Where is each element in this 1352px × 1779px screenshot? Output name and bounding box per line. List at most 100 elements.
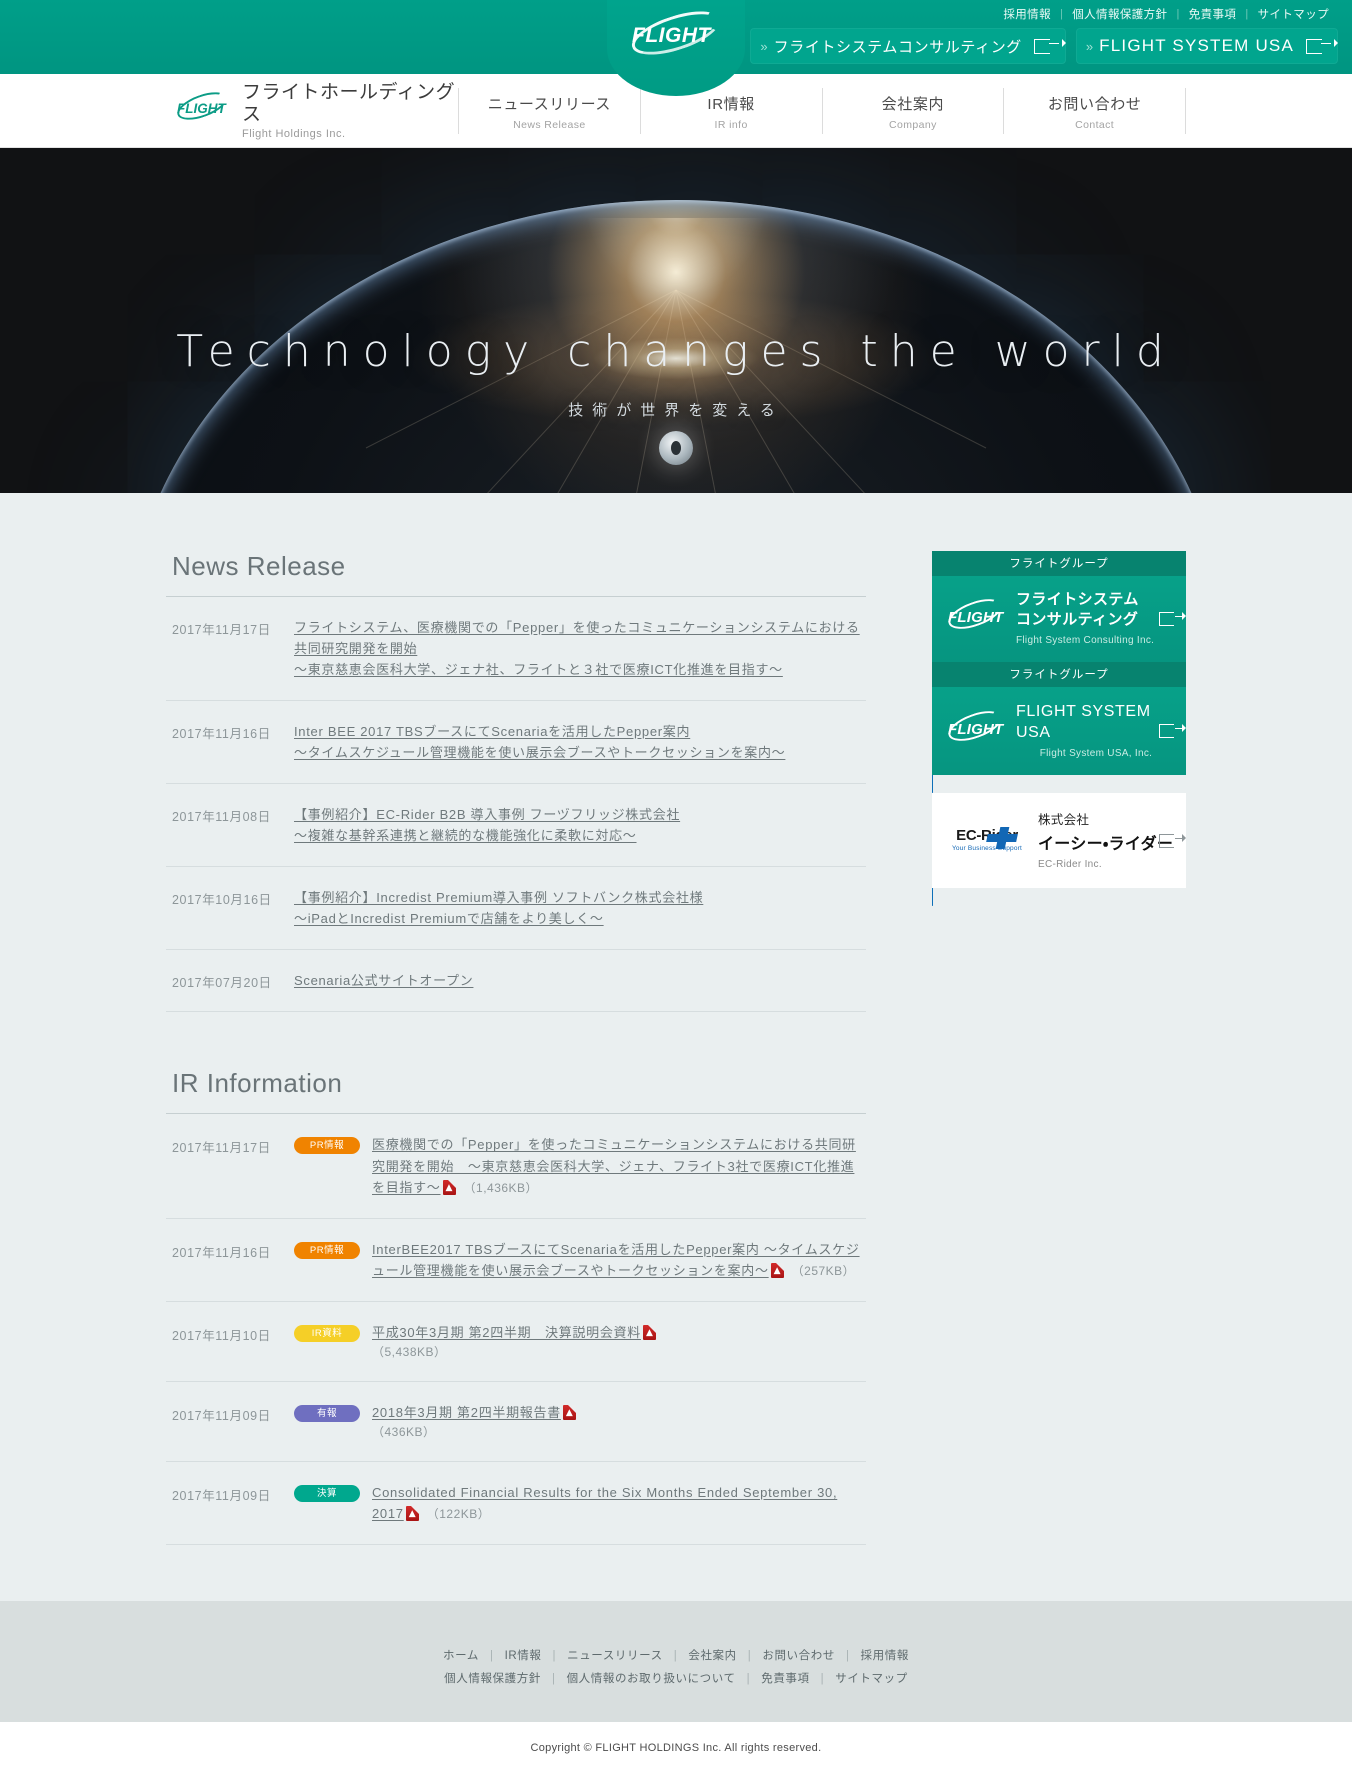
news-item[interactable]: 2017年07月20日 Scenaria公式サイトオープン xyxy=(166,950,866,1013)
site-logo-badge[interactable]: FLIGHT xyxy=(607,0,745,96)
group-button-usa[interactable]: » FLIGHT SYSTEM USA xyxy=(1075,28,1338,64)
pdf-icon[interactable]: ▲ xyxy=(642,1324,656,1340)
ir-item-filesize: （5,438KB） xyxy=(372,1344,447,1359)
hero-text-block: Technology changes the world 技術が世界を変える xyxy=(0,326,1352,420)
ir-item[interactable]: 2017年11月09日 有報 2018年3月期 第2四半期報告書 ▲ （436KB） xyxy=(166,1382,866,1462)
hero-subline: 技術が世界を変える xyxy=(568,402,784,419)
ir-item-badge: PR情報 xyxy=(294,1137,360,1155)
hero-headline: Technology changes the world xyxy=(176,326,1176,377)
news-item[interactable]: 2017年11月08日 【事例紹介】EC-Rider B2B 導入事例 フーヅフ… xyxy=(166,784,866,868)
footer-link-privacy-policy[interactable]: 個人情報保護方針 xyxy=(433,1673,552,1685)
banner-title-en: Flight System USA, Inc. xyxy=(1039,748,1153,760)
brand-home-link[interactable]: FLIGHT フライトホールディングス Flight Holdings Inc. xyxy=(166,82,458,140)
footer-link-personal-info-handling[interactable]: 個人情報のお取り扱いについて xyxy=(556,1673,747,1685)
flight-logo-text: FLIGHT xyxy=(632,24,711,47)
banner-flight-system-consulting[interactable]: フライトグループ FLIGHT フライトシステム コンサルティング Flight… xyxy=(932,551,1186,662)
sidebar: フライトグループ FLIGHT フライトシステム コンサルティング Flight… xyxy=(932,551,1186,907)
util-link-privacy[interactable]: 個人情報保護方針 xyxy=(1063,6,1176,22)
pdf-icon[interactable]: ▲ xyxy=(562,1404,576,1420)
news-item[interactable]: 2017年11月16日 Inter BEE 2017 TBSブースにてScena… xyxy=(166,701,866,785)
ec-rider-company-en: EC-Rider Inc. xyxy=(1038,859,1102,871)
brand-name-en: Flight Holdings Inc. xyxy=(242,127,346,140)
news-item-title[interactable]: 【事例紹介】EC-Rider B2B 導入事例 フーヅフリッジ株式会社 ～複雑な… xyxy=(294,804,862,846)
news-release-list: 2017年11月17日 フライトシステム、医療機関での「Pepper」を使ったコ… xyxy=(166,597,866,1013)
external-link-icon xyxy=(1159,833,1186,848)
footer-link-home[interactable]: ホーム xyxy=(432,1650,490,1662)
main-content: News Release 2017年11月17日 フライトシステム、医療機関での… xyxy=(0,493,1352,1601)
news-item-title[interactable]: Inter BEE 2017 TBSブースにてScenariaを活用したPepp… xyxy=(294,721,862,763)
nav-label-en: Company xyxy=(889,119,937,131)
ir-item-filesize: （257KB） xyxy=(791,1263,856,1278)
ec-rider-company-prefix: 株式会社 xyxy=(1038,813,1090,828)
ir-item-date: 2017年11月16日 xyxy=(172,1245,271,1260)
group-site-buttons: » フライトシステムコンサルティング » FLIGHT SYSTEM USA xyxy=(750,28,1338,64)
nav-item-company[interactable]: 会社案内 Company xyxy=(821,88,1004,134)
ir-item[interactable]: 2017年11月10日 IR資料 平成30年3月期 第2四半期 決算説明会資料 ▲… xyxy=(166,1302,866,1382)
chevron-right-icon: » xyxy=(1085,38,1093,54)
brand-mark-text: FLIGHT xyxy=(177,101,226,116)
nav-label-en: Contact xyxy=(1075,119,1115,131)
ir-information-heading: IR Information xyxy=(166,1068,866,1115)
ir-item[interactable]: 2017年11月17日 PR情報 医療機関での「Pepper」を使ったコミュニケ… xyxy=(166,1114,866,1219)
news-item-title[interactable]: フライトシステム、医療機関での「Pepper」を使ったコミュニケーションシステム… xyxy=(294,617,862,680)
footer-link-sitemap[interactable]: サイトマップ xyxy=(824,1673,919,1685)
brand-name-ja: フライトホールディングス xyxy=(242,82,456,125)
chevron-right-icon: » xyxy=(760,38,767,54)
nav-label-ja: ニュースリリース xyxy=(487,96,612,113)
news-item-date: 2017年10月16日 xyxy=(172,893,272,908)
ir-item-filesize: （122KB） xyxy=(426,1506,491,1521)
ir-item-title[interactable]: 2018年3月期 第2四半期報告書 xyxy=(372,1405,561,1420)
ir-information-list: 2017年11月17日 PR情報 医療機関での「Pepper」を使ったコミュニケ… xyxy=(166,1114,866,1545)
pdf-icon[interactable]: ▲ xyxy=(442,1179,456,1195)
news-item-date: 2017年11月08日 xyxy=(172,810,271,825)
nav-item-news-release[interactable]: ニュースリリース News Release xyxy=(458,88,640,134)
news-item-title[interactable]: 【事例紹介】Incredist Premium導入事例 ソフトバンク株式会社様 … xyxy=(294,887,862,929)
nav-item-contact[interactable]: お問い合わせ Contact xyxy=(1003,88,1186,134)
nav-label-en: News Release xyxy=(513,119,586,131)
footer-link-ir[interactable]: IR情報 xyxy=(494,1650,553,1662)
external-link-icon xyxy=(1159,724,1186,739)
flight-logo-icon: FLIGHT xyxy=(624,2,728,64)
ir-item-date: 2017年11月17日 xyxy=(172,1141,271,1156)
news-item-title[interactable]: Scenaria公式サイトオープン xyxy=(294,970,862,991)
hero-banner: Technology changes the world 技術が世界を変える xyxy=(0,148,1352,493)
news-item-date: 2017年07月20日 xyxy=(172,976,272,991)
footer-link-recruit[interactable]: 採用情報 xyxy=(850,1650,920,1662)
footer-link-news[interactable]: ニュースリリース xyxy=(556,1650,674,1662)
banner-ec-rider[interactable]: EC-Rider Your Business Support 株式会社 イーシー… xyxy=(932,774,1186,907)
flight-logo-icon: FLIGHT xyxy=(944,593,1006,638)
banner-title-en: Flight System Consulting Inc. xyxy=(1016,634,1155,646)
external-link-icon xyxy=(1159,611,1186,626)
news-item[interactable]: 2017年10月16日 【事例紹介】Incredist Premium導入事例 … xyxy=(166,867,866,951)
ir-item[interactable]: 2017年11月16日 PR情報 InterBEE2017 TBSブースにてSc… xyxy=(166,1219,866,1302)
flight-logo-icon: FLIGHT xyxy=(944,705,1006,750)
news-item[interactable]: 2017年11月17日 フライトシステム、医療機関での「Pepper」を使ったコ… xyxy=(166,597,866,702)
ec-rider-mark-tagline: Your Business Support xyxy=(951,845,1023,853)
group-button-fsc[interactable]: » フライトシステムコンサルティング xyxy=(750,28,1066,64)
banner-mark-text: FLIGHT xyxy=(948,608,1004,626)
ir-item-badge: 決算 xyxy=(294,1484,360,1502)
util-link-disclaimer[interactable]: 免責事項 xyxy=(1180,6,1246,22)
ir-item-filesize: （1,436KB） xyxy=(463,1180,539,1195)
banner-title-ja: フライトシステム コンサルティング xyxy=(1016,591,1139,628)
banner-flight-system-usa[interactable]: フライトグループ FLIGHT FLIGHT SYSTEM USA Flight… xyxy=(932,661,1186,776)
footer-link-company[interactable]: 会社案内 xyxy=(677,1650,747,1662)
news-item-date: 2017年11月17日 xyxy=(172,623,271,637)
ir-item-date: 2017年11月09日 xyxy=(172,1408,271,1423)
top-utility-bar: FLIGHT 採用情報 | 個人情報保護方針 | 免責事項 | サイトマップ »… xyxy=(0,0,1352,96)
util-link-recruit[interactable]: 採用情報 xyxy=(994,6,1060,22)
util-link-sitemap[interactable]: サイトマップ xyxy=(1249,6,1338,22)
ir-item[interactable]: 2017年11月09日 決算 Consolidated Financial Re… xyxy=(166,1462,866,1545)
site-footer: ホーム | IR情報 | ニュースリリース | 会社案内 | お問い合わせ | 採用情報 個人情報保… xyxy=(0,1600,1352,1723)
pdf-icon[interactable]: ▲ xyxy=(770,1262,784,1278)
footer-link-disclaimer[interactable]: 免責事項 xyxy=(750,1673,820,1685)
nav-label-en: IR info xyxy=(714,119,748,131)
group-button-fsc-label: フライトシステムコンサルティング xyxy=(773,38,1022,56)
ir-item-title[interactable]: 平成30年3月期 第2四半期 決算説明会資料 xyxy=(372,1325,641,1340)
ir-item-filesize: （436KB） xyxy=(372,1424,436,1439)
footer-link-contact[interactable]: お問い合わせ xyxy=(751,1650,846,1662)
ir-item-badge: 有報 xyxy=(294,1404,360,1422)
ir-item-title[interactable]: InterBEE2017 TBSブースにてScenariaを活用したPepper… xyxy=(372,1242,860,1278)
ec-rider-logo-icon: EC-Rider Your Business Support xyxy=(944,827,1030,852)
pdf-icon[interactable]: ▲ xyxy=(405,1505,419,1521)
